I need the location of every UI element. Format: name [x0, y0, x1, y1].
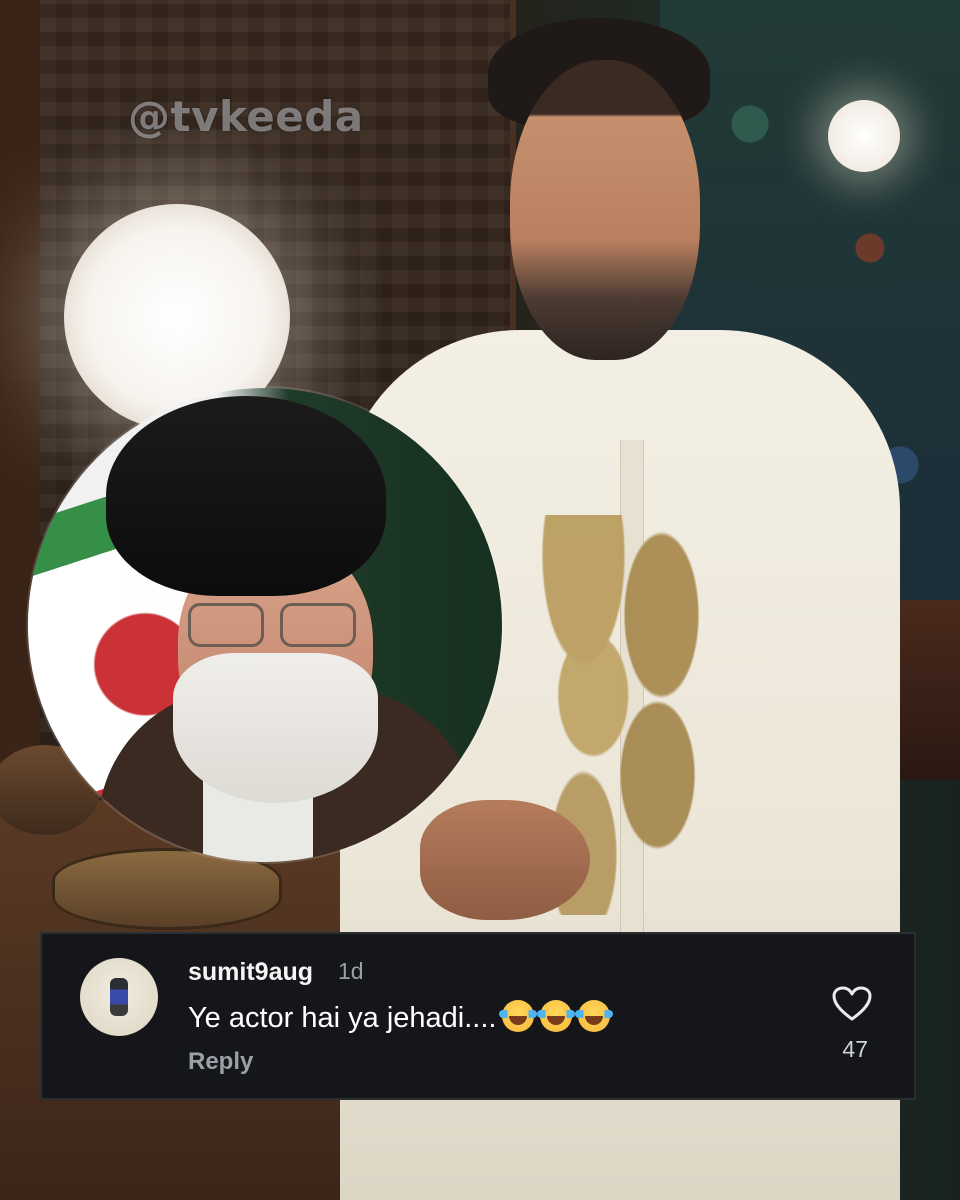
avatar[interactable] — [80, 958, 158, 1036]
comment-card: sumit9aug 1d Ye actor hai ya jehadi.... … — [40, 932, 916, 1100]
face-with-tears-of-joy-icon — [575, 1000, 614, 1032]
cleric-turban — [106, 396, 386, 596]
cleric-beard — [173, 653, 378, 803]
glasses — [188, 603, 358, 647]
face-with-tears-of-joy-icon — [537, 1000, 576, 1032]
wall-lamp — [828, 100, 900, 172]
comment-text: Ye actor hai ya jehadi.... — [188, 1002, 497, 1034]
avatar-figure — [110, 978, 128, 1016]
comment-timestamp: 1d — [338, 958, 364, 984]
comment-username[interactable]: sumit9aug — [188, 958, 313, 987]
inset-portrait — [28, 388, 502, 862]
heart-outline-icon[interactable] — [832, 986, 872, 1022]
photo-collage: @tvkeeda sumit9aug 1d Ye actor hai ya je… — [0, 0, 960, 1200]
watermark: @tvkeeda — [128, 92, 364, 141]
comment-body: Ye actor hai ya jehadi.... — [188, 1000, 614, 1035]
like-count: 47 — [842, 1036, 868, 1062]
face-with-tears-of-joy-icon — [499, 1000, 538, 1032]
man-face — [510, 60, 700, 360]
reply-button[interactable]: Reply — [188, 1048, 253, 1076]
